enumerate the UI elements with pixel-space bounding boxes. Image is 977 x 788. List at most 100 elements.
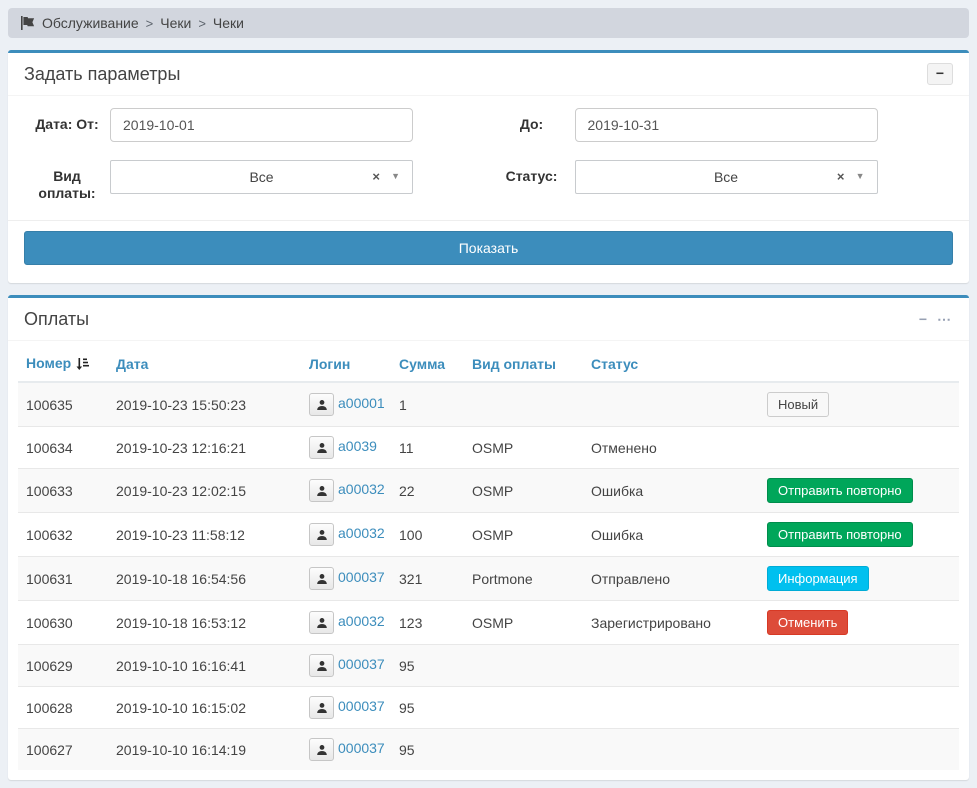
action-button[interactable]: Отправить повторно (767, 522, 913, 547)
cell-action: Отменить (759, 601, 959, 645)
cell-date: 2019-10-18 16:54:56 (108, 557, 301, 601)
cell-number: 100629 (18, 645, 108, 687)
login-link[interactable]: 000037 (338, 656, 385, 672)
show-button[interactable]: Показать (24, 231, 953, 265)
breadcrumb-item-checks-page[interactable]: Чеки (213, 15, 244, 31)
cell-date: 2019-10-10 16:14:19 (108, 729, 301, 771)
status-value: Все (714, 169, 738, 185)
cell-payment-type: OSMP (464, 427, 583, 469)
cell-amount: 11 (391, 427, 464, 469)
table-row: 100628 2019-10-10 16:15:02 000037 95 (18, 687, 959, 729)
column-header-login[interactable]: Логин (301, 347, 391, 382)
cell-payment-type (464, 729, 583, 771)
payments-table: Номер Дата Логин Сумма Вид оплаты Статус… (18, 347, 959, 770)
column-header-date[interactable]: Дата (108, 347, 301, 382)
cell-action (759, 687, 959, 729)
user-icon-button[interactable] (309, 738, 334, 761)
login-link[interactable]: 000037 (338, 698, 385, 714)
login-link[interactable]: a0039 (338, 438, 377, 454)
column-header-actions (759, 347, 959, 382)
filters-panel-title: Задать параметры (24, 62, 180, 86)
date-to-input[interactable] (575, 108, 878, 142)
payment-type-select[interactable]: Все × ▼ (110, 160, 413, 194)
cell-action (759, 645, 959, 687)
cell-payment-type: OSMP (464, 469, 583, 513)
action-button[interactable]: Отменить (767, 610, 848, 635)
cell-status (583, 645, 759, 687)
sort-amount-icon (75, 357, 89, 373)
cell-date: 2019-10-23 15:50:23 (108, 382, 301, 427)
cell-number: 100634 (18, 427, 108, 469)
chevron-down-icon: ▼ (391, 171, 400, 181)
ellipsis-icon: ⋯ (937, 311, 951, 327)
cell-status: Ошибка (583, 469, 759, 513)
cell-action: Новый (759, 382, 959, 427)
cell-number: 100632 (18, 513, 108, 557)
breadcrumb-separator: > (146, 16, 154, 31)
cell-payment-type (464, 687, 583, 729)
table-row: 100635 2019-10-23 15:50:23 a00001 1 Новы… (18, 382, 959, 427)
cell-action: Отправить повторно (759, 513, 959, 557)
date-from-label: Дата: От: (24, 108, 110, 133)
minimize-button[interactable]: − (917, 312, 929, 326)
column-header-status[interactable]: Статус (583, 347, 759, 382)
cell-payment-type (464, 645, 583, 687)
cell-login: 000037 (301, 557, 391, 601)
more-options-button[interactable]: ⋯ (935, 312, 953, 326)
cell-date: 2019-10-23 12:02:15 (108, 469, 301, 513)
table-row: 100627 2019-10-10 16:14:19 000037 95 (18, 729, 959, 771)
cell-status: Зарегистрировано (583, 601, 759, 645)
login-link[interactable]: a00032 (338, 613, 385, 629)
cell-login: a00032 (301, 513, 391, 557)
cell-login: 000037 (301, 645, 391, 687)
action-button[interactable]: Информация (767, 566, 869, 591)
login-link[interactable]: 000037 (338, 569, 385, 585)
cell-number: 100631 (18, 557, 108, 601)
user-icon-button[interactable] (309, 523, 334, 546)
status-label: Статус: (489, 160, 575, 185)
user-icon-button[interactable] (309, 436, 334, 459)
clear-icon[interactable]: × (837, 169, 845, 185)
breadcrumb: Обслуживание > Чеки > Чеки (8, 8, 969, 38)
cell-amount: 123 (391, 601, 464, 645)
table-row: 100633 2019-10-23 12:02:15 a00032 22 OSM… (18, 469, 959, 513)
table-row: 100631 2019-10-18 16:54:56 000037 321 Po… (18, 557, 959, 601)
action-button[interactable]: Отправить повторно (767, 478, 913, 503)
table-row: 100629 2019-10-10 16:16:41 000037 95 (18, 645, 959, 687)
user-icon-button[interactable] (309, 654, 334, 677)
column-header-amount[interactable]: Сумма (391, 347, 464, 382)
minus-icon: − (936, 65, 944, 81)
cell-login: a0039 (301, 427, 391, 469)
user-icon-button[interactable] (309, 393, 334, 416)
payment-type-value: Все (249, 169, 273, 185)
date-from-input[interactable] (110, 108, 413, 142)
chevron-down-icon: ▼ (856, 171, 865, 181)
user-icon-button[interactable] (309, 567, 334, 590)
cell-amount: 95 (391, 729, 464, 771)
collapse-button[interactable]: − (927, 63, 953, 85)
login-link[interactable]: 000037 (338, 740, 385, 756)
login-link[interactable]: a00032 (338, 525, 385, 541)
page: Обслуживание > Чеки > Чеки Задать параме… (0, 0, 977, 788)
column-header-payment-type[interactable]: Вид оплаты (464, 347, 583, 382)
user-icon-button[interactable] (309, 611, 334, 634)
breadcrumb-item-checks[interactable]: Чеки (160, 15, 191, 31)
cell-date: 2019-10-10 16:15:02 (108, 687, 301, 729)
breadcrumb-item-service[interactable]: Обслуживание (42, 15, 139, 31)
cell-status (583, 729, 759, 771)
cell-date: 2019-10-18 16:53:12 (108, 601, 301, 645)
user-icon-button[interactable] (309, 696, 334, 719)
cell-date: 2019-10-10 16:16:41 (108, 645, 301, 687)
login-link[interactable]: a00032 (338, 481, 385, 497)
cell-login: 000037 (301, 729, 391, 771)
user-icon-button[interactable] (309, 479, 334, 502)
login-link[interactable]: a00001 (338, 395, 385, 411)
cell-action (759, 427, 959, 469)
action-button[interactable]: Новый (767, 392, 829, 417)
minus-icon: − (919, 311, 927, 327)
clear-icon[interactable]: × (372, 169, 380, 185)
cell-status: Отправлено (583, 557, 759, 601)
column-header-number[interactable]: Номер (18, 347, 108, 382)
cell-number: 100627 (18, 729, 108, 771)
status-select[interactable]: Все × ▼ (575, 160, 878, 194)
